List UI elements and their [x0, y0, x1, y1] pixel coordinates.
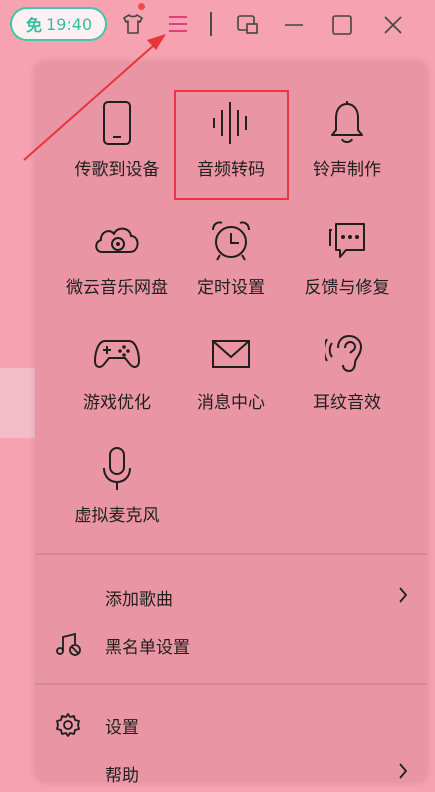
annotation-arrow — [23, 34, 166, 161]
